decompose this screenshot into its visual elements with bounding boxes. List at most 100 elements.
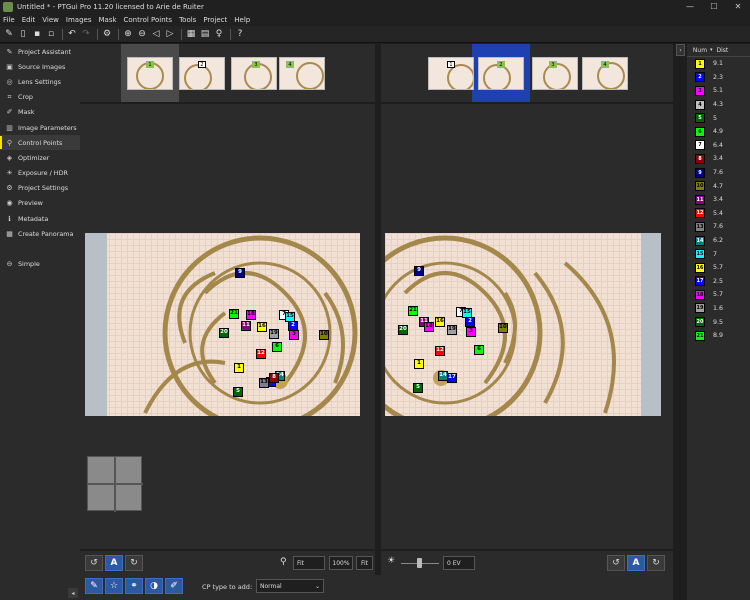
- rotate-right-button[interactable]: ↻: [125, 555, 143, 571]
- zoom-100-button[interactable]: 100%: [329, 556, 353, 570]
- control-point-marker[interactable]: 3: [289, 330, 299, 340]
- open-project-icon[interactable]: ▯: [17, 28, 29, 40]
- source-image-left[interactable]: 92118111671521932010612114171385: [85, 233, 360, 416]
- exposure-input[interactable]: 0 EV: [443, 556, 475, 570]
- sidebar-item-lens-settings[interactable]: ◎ Lens Settings: [0, 74, 80, 89]
- menu-tools[interactable]: Tools: [179, 16, 196, 24]
- thumbnail-image-1[interactable]: 1: [428, 57, 474, 90]
- menu-view[interactable]: View: [42, 16, 59, 24]
- menu-mask[interactable]: Mask: [98, 16, 116, 24]
- control-point-marker[interactable]: 19: [447, 325, 457, 335]
- menu-images[interactable]: Images: [66, 16, 92, 24]
- control-point-marker[interactable]: 13: [259, 378, 269, 388]
- sidebar-item-preview[interactable]: ◉ Preview: [0, 196, 80, 211]
- control-point-marker[interactable]: 12: [256, 349, 266, 359]
- thumbnail-image-2[interactable]: 2: [179, 57, 225, 90]
- eyedropper-tool-icon[interactable]: ✐: [165, 578, 183, 594]
- save-as-icon[interactable]: ▫: [45, 28, 57, 40]
- close-button[interactable]: ✕: [726, 0, 750, 13]
- control-point-marker[interactable]: 1: [234, 363, 244, 373]
- next-pair-icon[interactable]: ▷: [164, 28, 176, 40]
- table-row[interactable]: 19 1.6: [687, 302, 750, 316]
- table-row[interactable]: 6 4.9: [687, 125, 750, 139]
- control-point-marker[interactable]: 5: [233, 387, 243, 397]
- control-point-marker[interactable]: 8: [269, 373, 279, 383]
- rotate-left-button[interactable]: ↺: [85, 555, 103, 571]
- control-point-marker[interactable]: 10: [498, 323, 508, 333]
- table-row[interactable]: 12 5.4: [687, 207, 750, 221]
- control-point-marker[interactable]: 9: [235, 268, 245, 278]
- undo-icon[interactable]: ↶: [66, 28, 78, 40]
- sidebar-item-optimizer[interactable]: ◈ Optimizer: [0, 150, 80, 165]
- panel-toggle-icon[interactable]: ›: [676, 44, 685, 56]
- control-point-marker[interactable]: 6: [474, 345, 484, 355]
- control-point-marker[interactable]: 20: [398, 325, 408, 335]
- table-row[interactable]: 7 6.4: [687, 139, 750, 153]
- sidebar-item-mask[interactable]: ✐ Mask: [0, 105, 80, 120]
- add-cp-tool-icon[interactable]: ✎: [85, 578, 103, 594]
- table-row[interactable]: 3 5.1: [687, 84, 750, 98]
- minimize-button[interactable]: —: [678, 0, 702, 13]
- lightbulb-icon[interactable]: ♀: [213, 28, 225, 40]
- sidebar-item-project-settings[interactable]: ⚙ Project Settings: [0, 181, 80, 196]
- previous-pair-icon[interactable]: ◁: [150, 28, 162, 40]
- star-tool-icon[interactable]: ☆: [105, 578, 123, 594]
- zoom-out-icon[interactable]: ⊖: [136, 28, 148, 40]
- sidebar-item-simple[interactable]: ⊖ Simple: [0, 256, 80, 271]
- sidebar-item-metadata[interactable]: ℹ Metadata: [0, 211, 80, 226]
- rotate-left-button[interactable]: ↺: [607, 555, 625, 571]
- redo-icon[interactable]: ↷: [80, 28, 92, 40]
- control-point-marker[interactable]: 17: [447, 373, 457, 383]
- rotate-right-button[interactable]: ↻: [647, 555, 665, 571]
- thumbnail-image-3[interactable]: 3: [231, 57, 277, 90]
- save-icon[interactable]: ▪: [31, 28, 43, 40]
- link-tool-icon[interactable]: ⚭: [125, 578, 143, 594]
- control-point-marker[interactable]: 6: [272, 342, 282, 352]
- control-point-marker[interactable]: 18: [246, 310, 256, 320]
- menu-file[interactable]: File: [3, 16, 15, 24]
- table-row[interactable]: 11 3.4: [687, 193, 750, 207]
- zoom-in-icon[interactable]: ⊕: [122, 28, 134, 40]
- table-row[interactable]: 4 4.3: [687, 98, 750, 112]
- control-point-marker[interactable]: 20: [219, 328, 229, 338]
- control-point-marker[interactable]: 16: [257, 322, 267, 332]
- sidebar-item-control-points[interactable]: ⚲ Control Points: [0, 135, 80, 151]
- auto-align-button[interactable]: A: [627, 555, 645, 571]
- image-pane-right[interactable]: 92111181671523192010612114175: [381, 104, 673, 549]
- control-point-marker[interactable]: 16: [435, 317, 445, 327]
- panorama-editor-icon[interactable]: ▤: [199, 28, 211, 40]
- table-row[interactable]: 17 2.5: [687, 275, 750, 289]
- source-image-right[interactable]: 92111181671523192010612114175: [385, 233, 661, 416]
- control-point-marker[interactable]: 11: [241, 321, 251, 331]
- control-point-marker[interactable]: 1: [414, 359, 424, 369]
- table-row[interactable]: 2 2.3: [687, 71, 750, 85]
- thumbnail-image-4[interactable]: 4: [582, 57, 628, 90]
- table-icon[interactable]: ▦: [185, 28, 197, 40]
- settings-icon[interactable]: ⚙: [101, 28, 113, 40]
- control-point-marker[interactable]: 3: [466, 327, 476, 337]
- maximize-button[interactable]: ☐: [702, 0, 726, 13]
- sidebar-item-exposure-hdr[interactable]: ☀ Exposure / HDR: [0, 166, 80, 181]
- scroll-left-arrow-icon[interactable]: ◂: [68, 588, 78, 598]
- table-row[interactable]: 10 4.7: [687, 179, 750, 193]
- thumbnail-image-4[interactable]: 4: [279, 57, 325, 90]
- table-row[interactable]: 18 5.7: [687, 288, 750, 302]
- zoom-input[interactable]: Fit: [293, 556, 325, 570]
- zoom-navigator[interactable]: [87, 456, 143, 512]
- new-project-icon[interactable]: ✎: [3, 28, 15, 40]
- table-row[interactable]: 8 3.4: [687, 152, 750, 166]
- sidebar-item-image-parameters[interactable]: ▥ Image Parameters: [0, 120, 80, 135]
- help-icon[interactable]: ?: [234, 28, 246, 40]
- control-point-marker[interactable]: 5: [413, 383, 423, 393]
- cp-type-select[interactable]: Normal ⌄: [256, 579, 324, 593]
- control-point-marker[interactable]: 9: [414, 266, 424, 276]
- table-row[interactable]: 55: [687, 111, 750, 125]
- zoom-fit-button[interactable]: Fit: [356, 556, 373, 570]
- control-point-marker[interactable]: 21: [408, 306, 418, 316]
- menu-help[interactable]: Help: [234, 16, 250, 24]
- control-point-marker[interactable]: 2: [465, 317, 475, 327]
- table-row[interactable]: 15 7: [687, 247, 750, 261]
- control-point-marker[interactable]: 21: [229, 309, 239, 319]
- table-row[interactable]: 9 7.6: [687, 166, 750, 180]
- control-point-marker[interactable]: 19: [269, 329, 279, 339]
